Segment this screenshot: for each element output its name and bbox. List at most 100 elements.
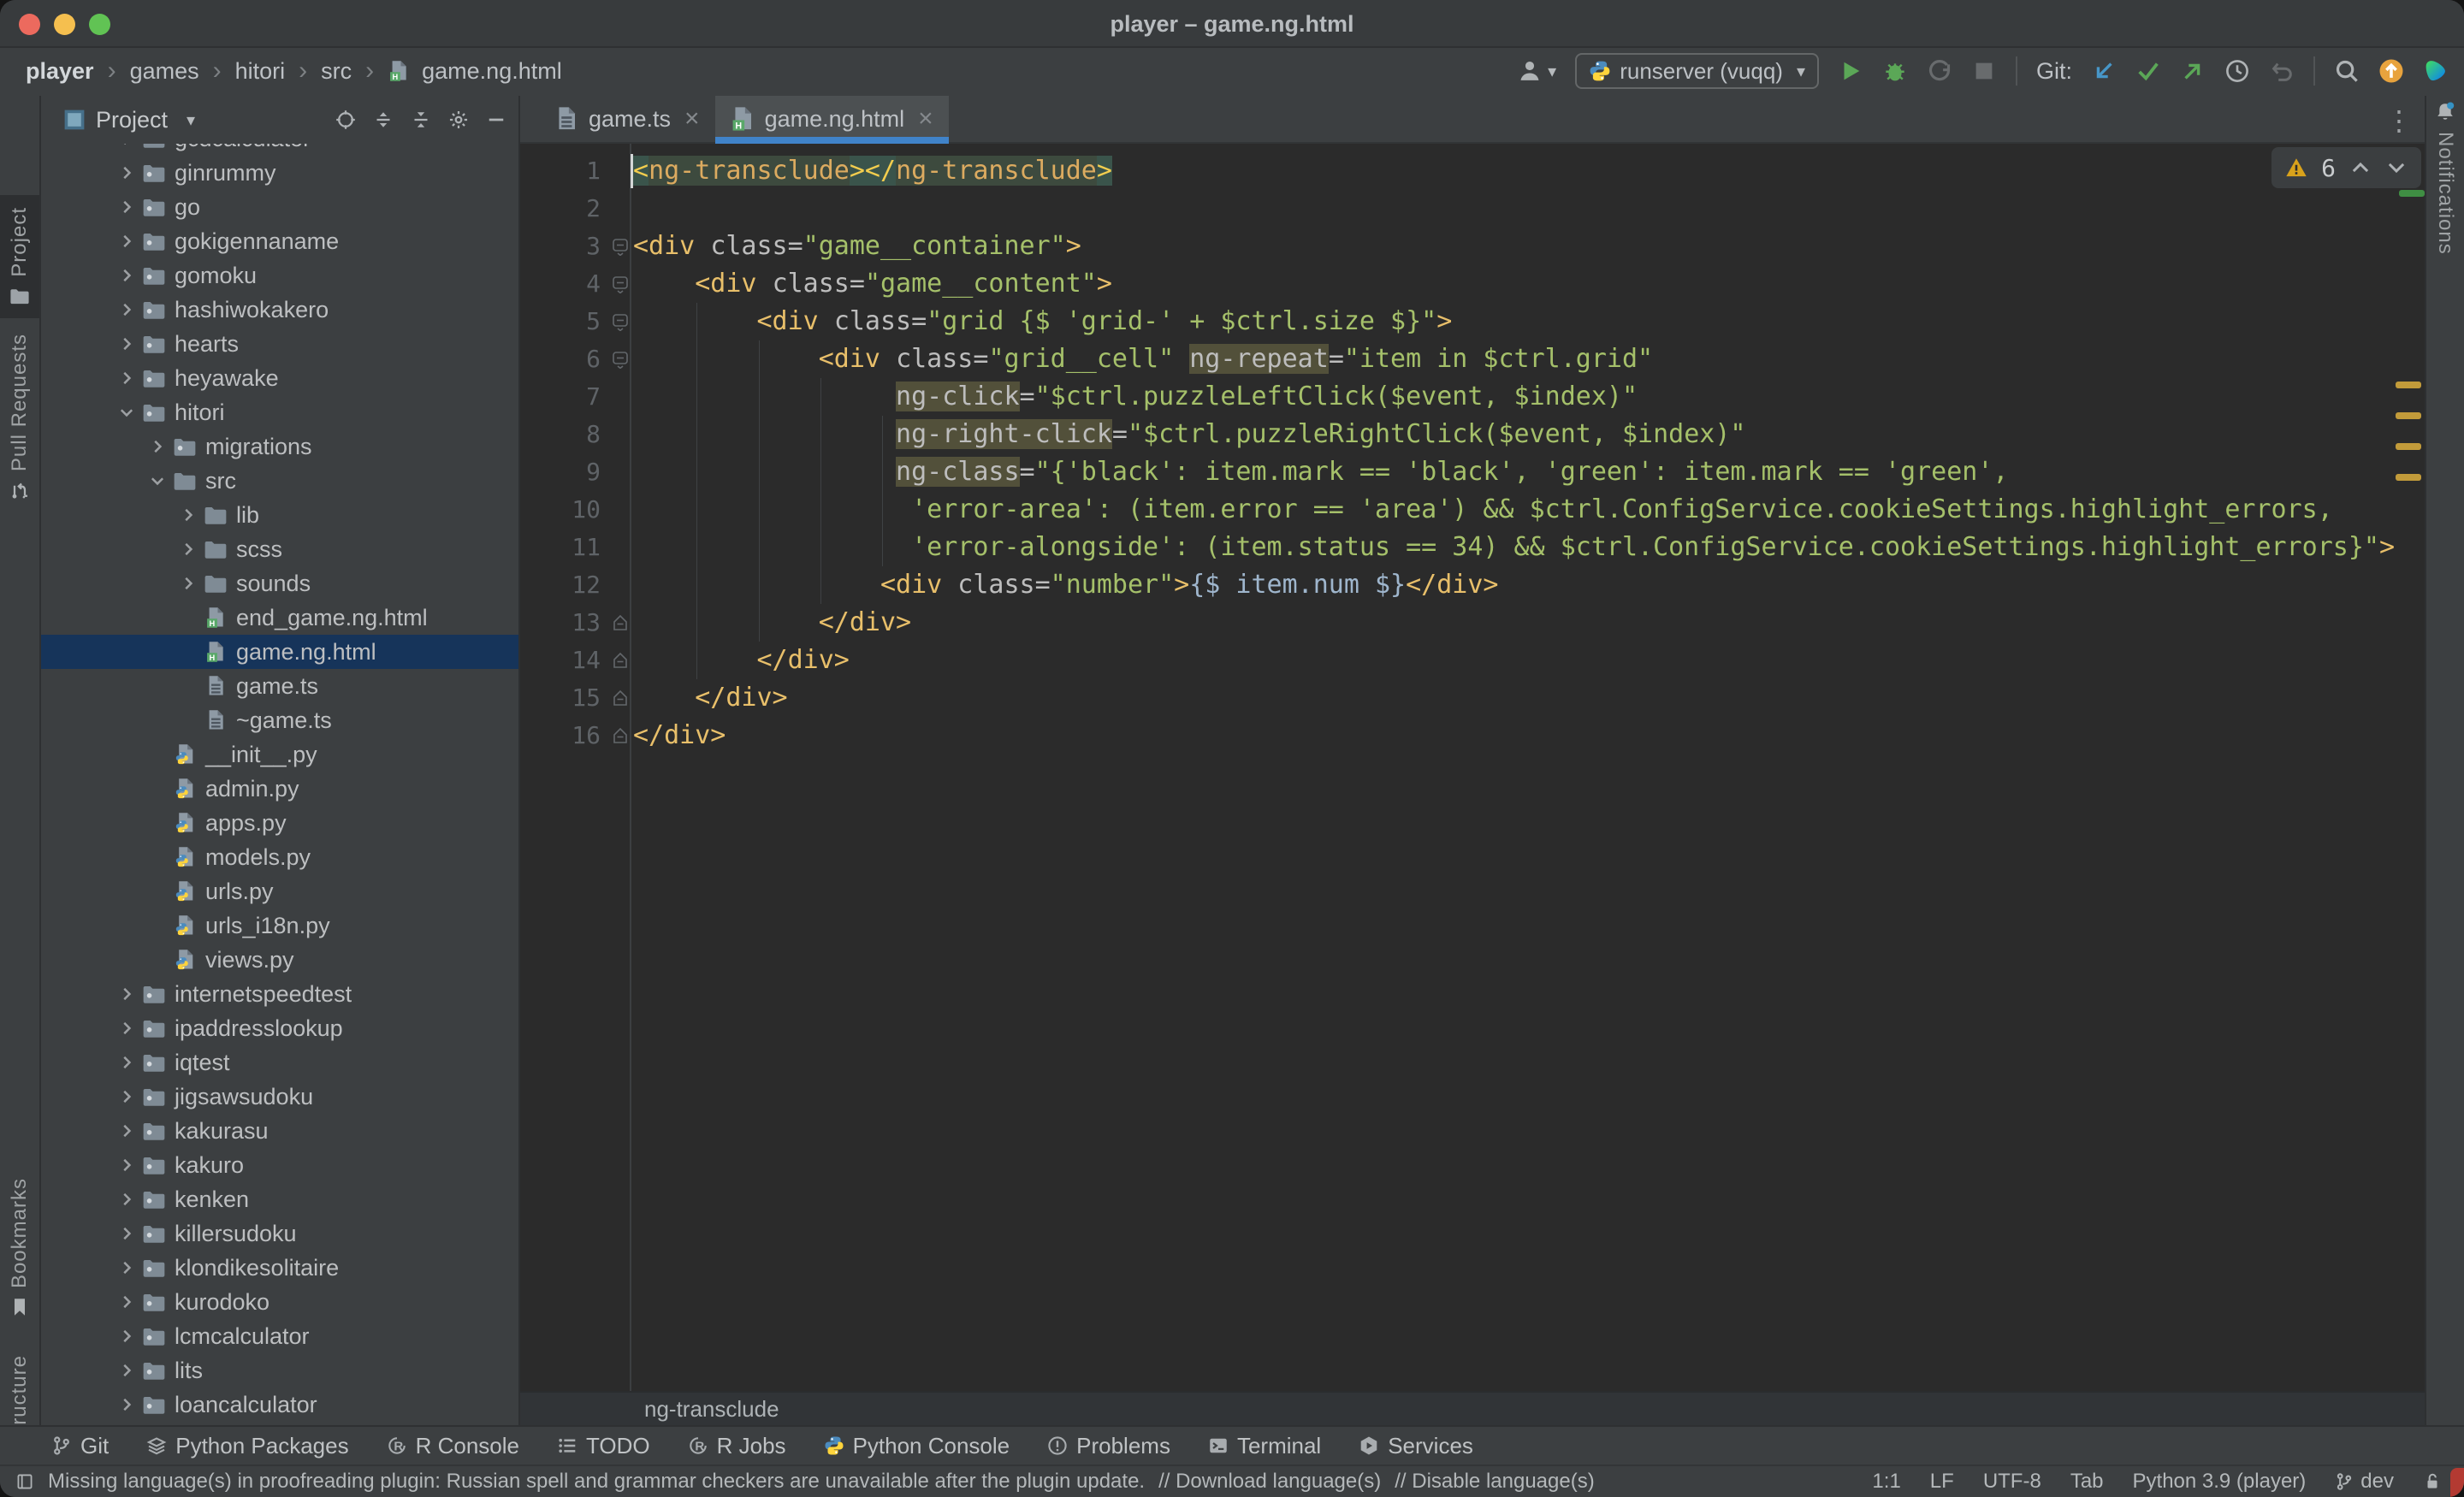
code-editor[interactable]: 1<ng-transclude></ng-transclude>23<div c… [520, 144, 2425, 1391]
chevron-right-icon[interactable] [173, 540, 204, 559]
tree-item-gomoku[interactable]: gomoku [41, 258, 518, 293]
sidebar-item-pull-requests[interactable]: Pull Requests [0, 334, 39, 500]
tree-item-models-py[interactable]: models.py [41, 840, 518, 874]
code-line-10[interactable]: 'error-area': (item.error == 'area') && … [633, 491, 2333, 529]
tree-item-sounds[interactable]: sounds [41, 566, 518, 601]
tree-item-jigsawsudoku[interactable]: jigsawsudoku [41, 1080, 518, 1114]
status-interpreter[interactable]: Python 3.9 (player) [2133, 1470, 2307, 1494]
chevron-right-icon[interactable] [111, 1190, 142, 1209]
chevron-right-icon[interactable] [111, 1224, 142, 1243]
chevron-right-icon[interactable] [111, 1361, 142, 1380]
chevron-right-icon[interactable] [142, 437, 173, 456]
fold-end-icon[interactable] [609, 642, 631, 679]
fold-end-icon[interactable] [609, 604, 631, 642]
chevron-right-icon[interactable] [173, 506, 204, 524]
chevron-right-icon[interactable] [111, 369, 142, 388]
tree-item-iqtest[interactable]: iqtest [41, 1045, 518, 1080]
user-profile-button[interactable]: ▾ [1517, 58, 1556, 84]
chevron-right-icon[interactable] [111, 163, 142, 182]
code-line-13[interactable]: </div> [633, 604, 911, 642]
status-line-ending[interactable]: LF [1930, 1470, 1954, 1494]
next-warning-button[interactable] [2385, 157, 2408, 179]
tree-item-hitori[interactable]: hitori [41, 395, 518, 429]
git-history-button[interactable] [2224, 58, 2250, 84]
breadcrumb-item[interactable]: player [26, 58, 94, 85]
sidebar-item-bookmarks[interactable]: Bookmarks [0, 1178, 39, 1317]
tree-item-urls-py[interactable]: urls.py [41, 874, 518, 908]
toolwindow-button-r-jobs[interactable]: RR Jobs [688, 1433, 786, 1459]
status-link-download[interactable]: // Download language(s) [1158, 1470, 1381, 1494]
tree-item-migrations[interactable]: migrations [41, 429, 518, 464]
code-with-me-button[interactable] [2423, 58, 2449, 84]
chevron-right-icon[interactable] [111, 1293, 142, 1311]
chevron-right-icon[interactable] [111, 1053, 142, 1072]
tree-item-game-ts[interactable]: game.ts [41, 669, 518, 703]
code-line-12[interactable]: <div class="number">{$ item.num $}</div> [633, 566, 1498, 604]
locate-icon[interactable] [335, 109, 356, 130]
tree-item-lits[interactable]: lits [41, 1353, 518, 1388]
tree-item--game-ts[interactable]: ~game.ts [41, 703, 518, 737]
code-line-3[interactable]: <div class="game__container"> [633, 228, 1081, 265]
tree-item-internetspeedtest[interactable]: internetspeedtest [41, 977, 518, 1011]
fold-end-icon[interactable] [609, 679, 631, 717]
chevron-right-icon[interactable] [111, 232, 142, 251]
tree-item-kakuro[interactable]: kakuro [41, 1148, 518, 1182]
status-link-disable[interactable]: // Disable language(s) [1395, 1470, 1594, 1494]
tree-item-end-game-ng-html[interactable]: Hend_game.ng.html [41, 601, 518, 635]
code-line-4[interactable]: <div class="game__content"> [633, 265, 1112, 303]
tab-game-ng-html[interactable]: Hgame.ng.html× [715, 96, 949, 142]
tree-item-go[interactable]: go [41, 190, 518, 224]
status-caret-position[interactable]: 1:1 [1872, 1470, 1900, 1494]
chevron-right-icon[interactable] [111, 1087, 142, 1106]
code-line-16[interactable]: </div> [633, 717, 726, 754]
tree-item-hearts[interactable]: hearts [41, 327, 518, 361]
toolwindow-button-python-packages[interactable]: Python Packages [146, 1433, 348, 1459]
tree-item-views-py[interactable]: views.py [41, 943, 518, 977]
run-configuration-select[interactable]: runserver (vuqq)▾ [1575, 53, 1819, 89]
toolwindow-button-services[interactable]: Services [1359, 1433, 1473, 1459]
tree-item--init-py[interactable]: __init__.py [41, 737, 518, 772]
inspections-widget[interactable]: 6 [2272, 147, 2421, 188]
chevron-right-icon[interactable] [111, 1019, 142, 1038]
chevron-right-icon[interactable] [111, 1327, 142, 1346]
tree-item-kakurasu[interactable]: kakurasu [41, 1114, 518, 1148]
toolwindow-button-problems[interactable]: Problems [1047, 1433, 1170, 1459]
chevron-right-icon[interactable] [111, 1258, 142, 1277]
breadcrumb-item[interactable]: src [321, 58, 352, 85]
tree-item-scss[interactable]: scss [41, 532, 518, 566]
tree-item-gcdcalculator[interactable]: gcdcalculator [41, 144, 518, 156]
chevron-right-icon[interactable] [111, 1121, 142, 1140]
fold-collapse-icon[interactable] [609, 303, 631, 340]
close-icon[interactable]: × [684, 104, 700, 133]
git-update-project-button[interactable] [2091, 58, 2117, 84]
tree-item-kenken[interactable]: kenken [41, 1182, 518, 1216]
chevron-down-icon[interactable]: ▾ [187, 109, 195, 131]
debug-button[interactable] [1882, 58, 1908, 84]
breadcrumb-item[interactable]: hitori [235, 58, 286, 85]
chevron-down-icon[interactable] [111, 403, 142, 422]
chevron-right-icon[interactable] [111, 198, 142, 216]
fold-collapse-icon[interactable] [609, 340, 631, 378]
breadcrumb-item[interactable]: game.ng.html [422, 58, 562, 85]
code-line-8[interactable]: ng-right-click="$ctrl.puzzleRightClick($… [633, 416, 1745, 453]
code-line-15[interactable]: </div> [633, 679, 788, 717]
tree-item-game-ng-html[interactable]: Hgame.ng.html [41, 635, 518, 669]
tree-item-admin-py[interactable]: admin.py [41, 772, 518, 806]
status-indent[interactable]: Tab [2070, 1470, 2104, 1494]
chevron-right-icon[interactable] [111, 266, 142, 285]
tree-item-ginrummy[interactable]: ginrummy [41, 156, 518, 190]
tab-game-ts[interactable]: game.ts× [539, 96, 715, 142]
tree-item-urls-i18n-py[interactable]: urls_i18n.py [41, 908, 518, 943]
code-line-11[interactable]: 'error-alongside': (item.status == 34) &… [633, 529, 2395, 566]
tree-item-hashiwokakero[interactable]: hashiwokakero [41, 293, 518, 327]
ide-update-button[interactable] [2378, 58, 2404, 84]
tree-item-loancalculator[interactable]: loancalculator [41, 1388, 518, 1422]
close-icon[interactable]: × [918, 104, 933, 133]
chevron-right-icon[interactable] [111, 1395, 142, 1414]
fold-end-icon[interactable] [609, 717, 631, 754]
status-encoding[interactable]: UTF-8 [1983, 1470, 2041, 1494]
toolwindow-button-git[interactable]: Git [51, 1433, 109, 1459]
previous-warning-button[interactable] [2349, 157, 2372, 179]
code-line-1[interactable]: <ng-transclude></ng-transclude> [633, 152, 1112, 190]
tree-item-apps-py[interactable]: apps.py [41, 806, 518, 840]
